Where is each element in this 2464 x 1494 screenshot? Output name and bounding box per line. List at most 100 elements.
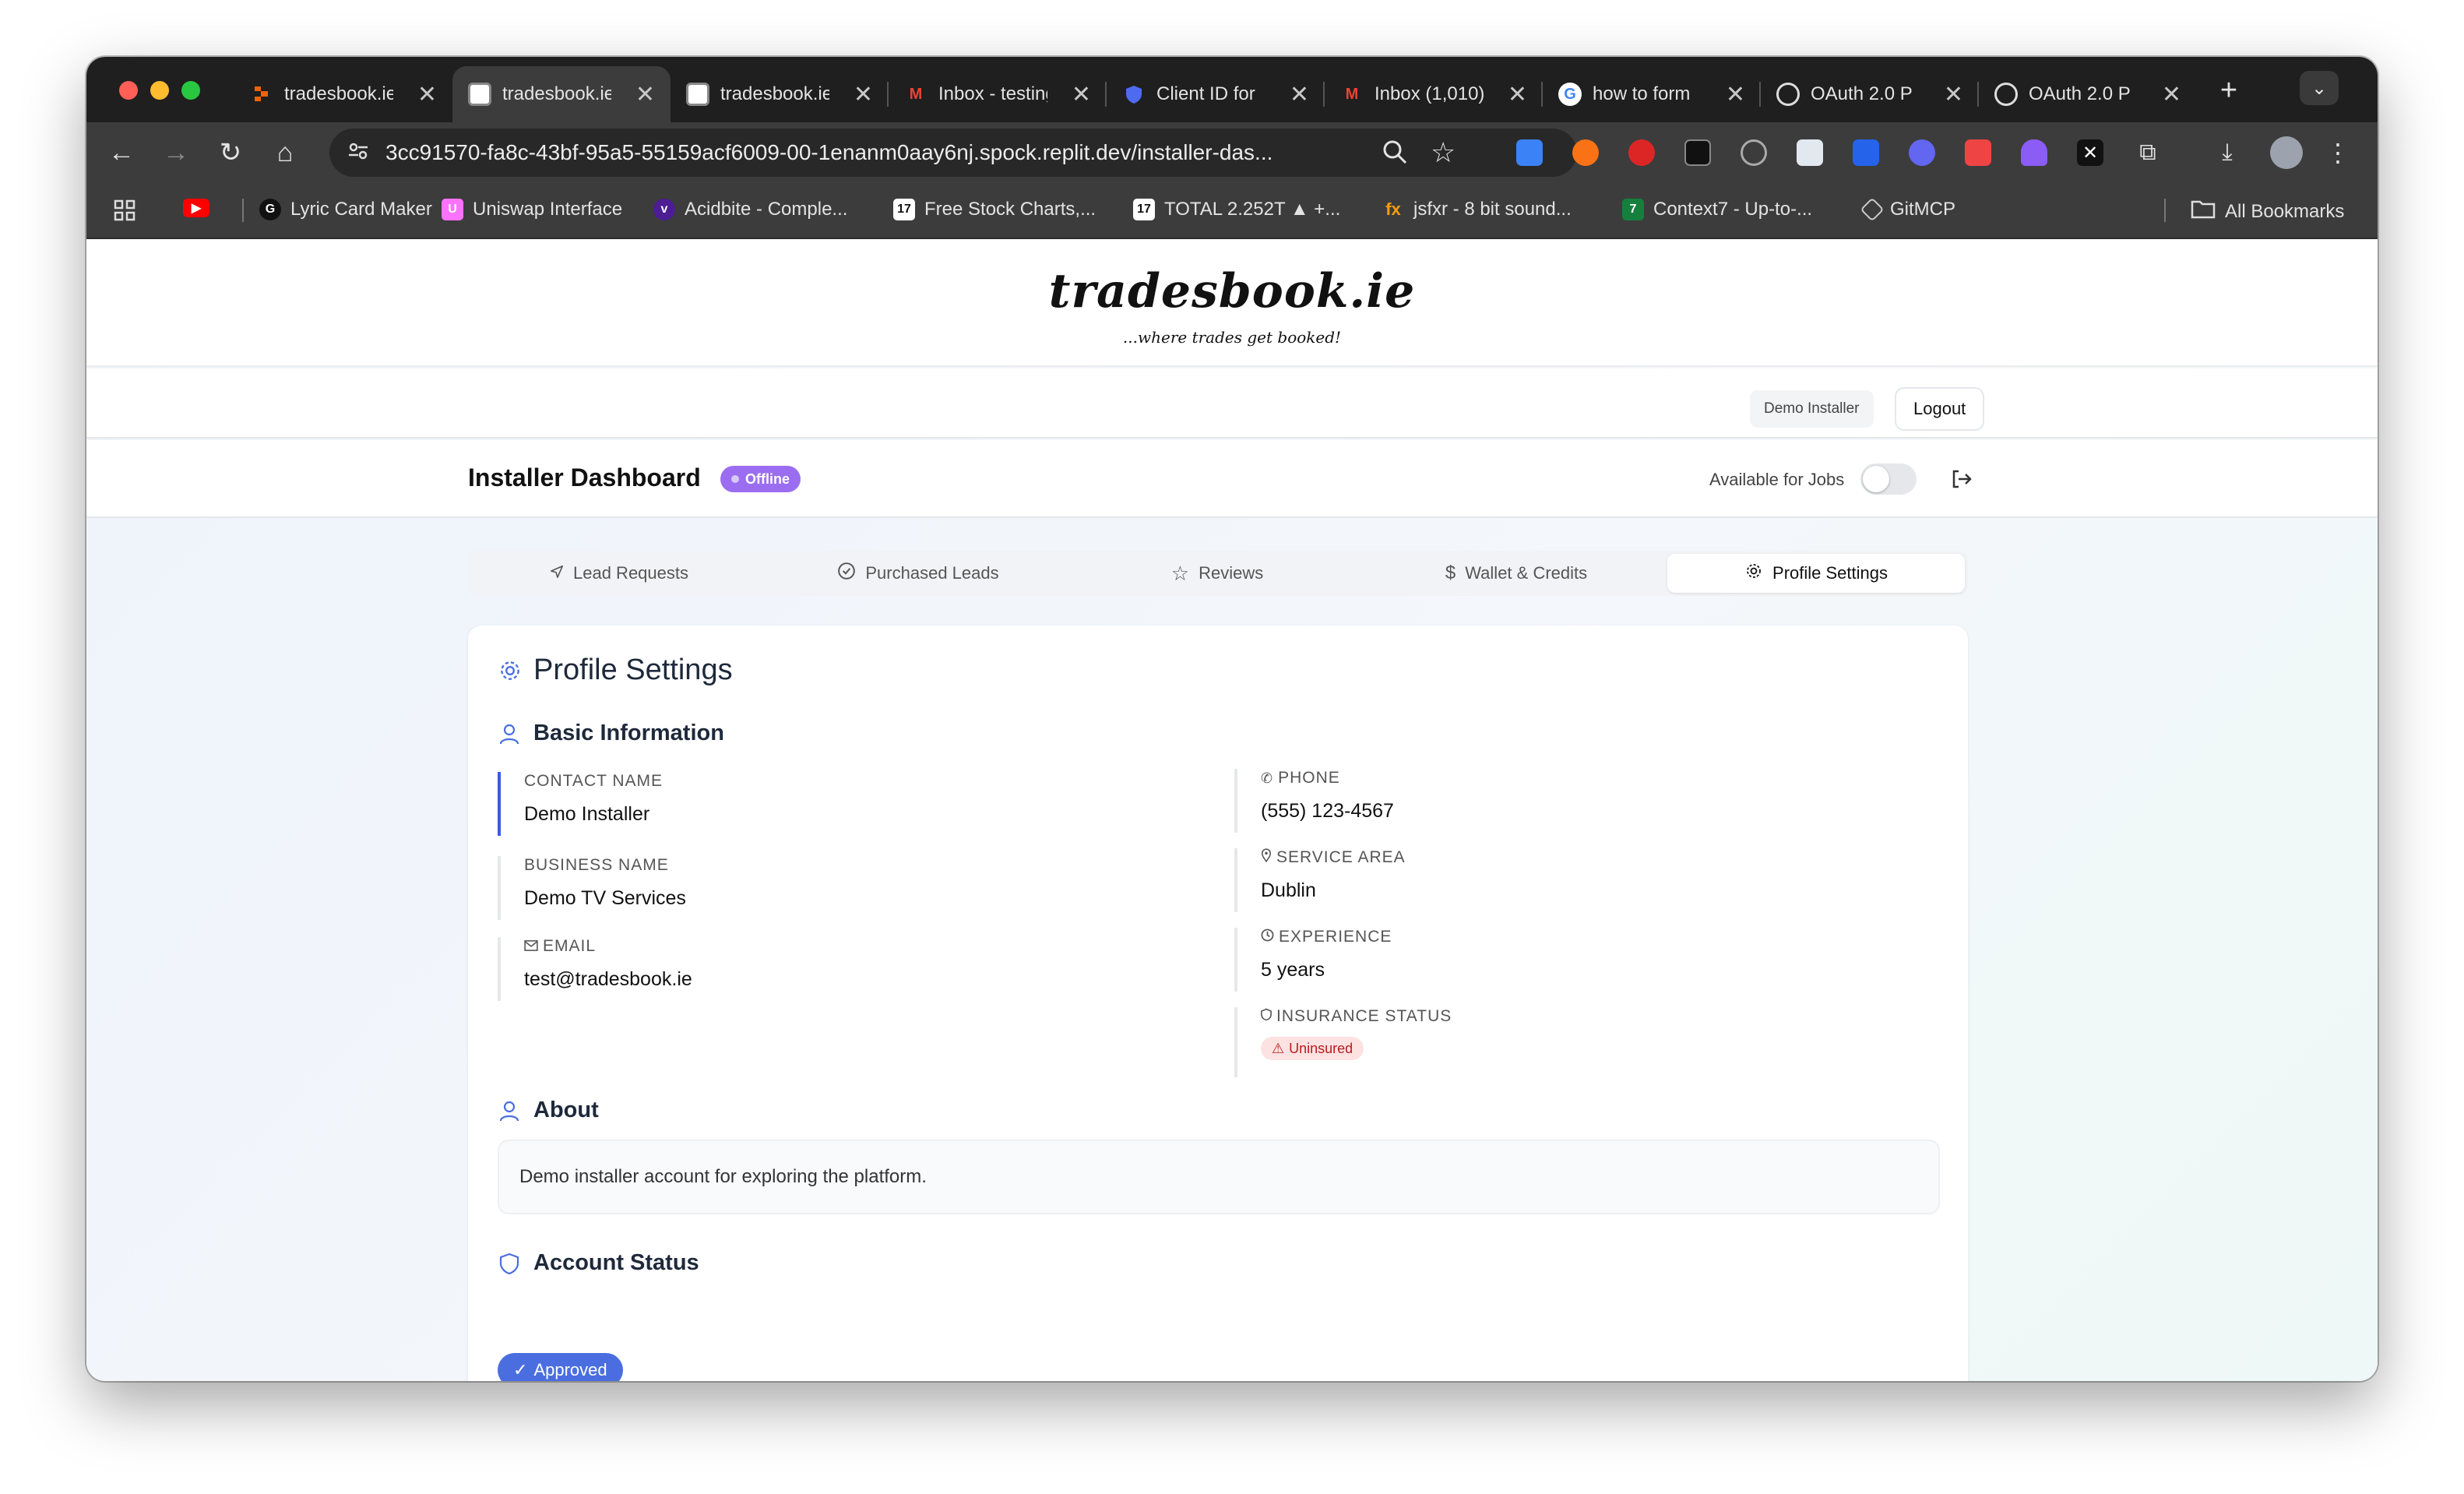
profile-avatar[interactable] <box>2270 136 2303 169</box>
ghost-extension-icon[interactable] <box>2021 139 2047 166</box>
close-tab-icon[interactable]: ✕ <box>1726 81 1745 108</box>
contact-name-field: CONTACT NAME Demo Installer <box>498 772 663 836</box>
field-label-text: SERVICE AREA <box>1276 848 1406 866</box>
extensions-puzzle-icon[interactable]: ⧉ <box>2128 133 2167 172</box>
red-extension-icon[interactable] <box>1965 139 1991 166</box>
bookmark-jsfxr[interactable]: fx jsfxr - 8 bit sound... <box>1382 199 1572 220</box>
browser-tab[interactable]: tradesbook.ie ✕ <box>671 66 889 122</box>
address-bar[interactable]: 3cc91570-fa8c-43bf-95a5-55159acf6009-00-… <box>329 129 1577 177</box>
reload-icon[interactable]: ↻ <box>211 133 250 172</box>
all-bookmarks-button[interactable]: All Bookmarks <box>2191 199 2344 224</box>
minimize-window-button[interactable] <box>150 81 169 100</box>
bookmark-label: jsfxr - 8 bit sound... <box>1413 199 1572 220</box>
apps-grid-icon[interactable] <box>113 199 136 222</box>
logout-button[interactable]: Logout <box>1895 387 1985 431</box>
back-icon[interactable]: ← <box>102 133 141 172</box>
browser-tab[interactable]: M Inbox (1,010) ✕ <box>1325 66 1543 122</box>
close-tab-icon[interactable]: ✕ <box>1290 81 1309 108</box>
browser-tab[interactable]: OAuth 2.0 P ✕ <box>1761 66 1979 122</box>
page-content: tradesbook.ie ...where trades get booked… <box>86 239 2378 1381</box>
forward-icon[interactable]: → <box>157 133 195 172</box>
close-tab-icon[interactable]: ✕ <box>2162 81 2181 108</box>
bookmark-context7[interactable]: 7 Context7 - Up-to-... <box>1622 199 1812 220</box>
browser-tab[interactable]: Client ID for ✕ <box>1107 66 1325 122</box>
bookmarks-bar: ▶ G Lyric Card Maker U Uniswap Interface v… <box>86 183 2378 239</box>
blue-extension-icon[interactable] <box>1853 139 1879 166</box>
close-tab-icon[interactable]: ✕ <box>417 81 437 108</box>
bookmark-uniswap[interactable]: U Uniswap Interface <box>442 199 622 220</box>
wallet-extension-icon[interactable] <box>1909 139 1935 166</box>
experience-field: EXPERIENCE 5 years <box>1234 928 1392 992</box>
site-tagline: ...where trades get booked! <box>1122 328 1342 347</box>
tab-reviews[interactable]: ☆ Reviews <box>1069 554 1365 593</box>
field-value: (555) 123-4567 <box>1261 800 1394 822</box>
site-settings-icon[interactable] <box>347 139 370 167</box>
download-manager-extension-icon[interactable] <box>1516 139 1543 166</box>
bookmark-lyric-card-maker[interactable]: G Lyric Card Maker <box>259 199 432 220</box>
maximize-window-button[interactable] <box>181 81 200 100</box>
availability-toggle[interactable] <box>1860 463 1917 495</box>
about-title: About <box>533 1098 599 1122</box>
sign-out-icon[interactable] <box>1948 465 1976 493</box>
home-icon[interactable]: ⌂ <box>266 133 304 172</box>
bookmark-label: Context7 - Up-to-... <box>1653 199 1813 220</box>
bookmark-label: Lyric Card Maker <box>290 199 432 220</box>
openai-icon <box>1994 83 2018 106</box>
x-extension-icon[interactable]: ✕ <box>2077 139 2103 166</box>
browser-tab[interactable]: OAuth 2.0 P ✕ <box>1979 66 2197 122</box>
dollar-icon: $ <box>1445 562 1456 583</box>
field-label: INSURANCE STATUS <box>1261 1007 1452 1026</box>
target-extension-icon[interactable] <box>1741 139 1767 166</box>
field-value: 5 years <box>1261 959 1325 981</box>
browser-tab[interactable]: M Inbox - testing ✕ <box>889 66 1107 122</box>
docs-extension-icon[interactable] <box>1797 139 1823 166</box>
google-icon: G <box>1558 83 1582 106</box>
close-tab-icon[interactable]: ✕ <box>1508 81 1527 108</box>
new-tab-button[interactable]: + <box>2209 71 2248 110</box>
close-tab-icon[interactable]: ✕ <box>854 81 873 108</box>
field-value: Demo TV Services <box>524 887 686 909</box>
tab-strip: tradesbook.ie ✕ tradesbook.ie ✕ tradesbo… <box>86 57 2378 122</box>
zoom-search-icon[interactable] <box>1381 136 1409 174</box>
tradingview-icon: 17 <box>1133 199 1155 220</box>
close-tab-icon[interactable]: ✕ <box>1944 81 1963 108</box>
bookmark-total[interactable]: 17 TOTAL 2.252T ▲ +... <box>1133 199 1340 220</box>
tab-title: Inbox (1,010) <box>1375 83 1484 104</box>
bookmark-free-stock-charts[interactable]: 17 Free Stock Charts,... <box>893 199 1096 220</box>
business-name-field: BUSINESS NAME Demo TV Services <box>498 856 686 920</box>
tab-title: OAuth 2.0 P <box>2029 83 2131 104</box>
bookmark-gitmcp[interactable]: GitMCP <box>1860 197 1955 222</box>
adblock-extension-icon[interactable] <box>1628 139 1655 166</box>
mail-icon <box>524 937 538 956</box>
bookmark-label: Uniswap Interface <box>473 199 623 220</box>
tab-purchased-leads[interactable]: Purchased Leads <box>770 554 1066 593</box>
tradingview-icon: 17 <box>893 199 915 220</box>
tab-search-chevron-icon[interactable]: ⌄ <box>2300 71 2339 105</box>
profile-settings-card: Profile Settings Basic Information CONTA… <box>468 625 1968 1381</box>
tab-lead-requests[interactable]: Lead Requests <box>471 554 767 593</box>
tab-wallet-credits[interactable]: $ Wallet & Credits <box>1368 554 1664 593</box>
browser-window: tradesbook.ie ✕ tradesbook.ie ✕ tradesbo… <box>86 57 2378 1381</box>
all-bookmarks-label: All Bookmarks <box>2225 200 2345 222</box>
close-tab-icon[interactable]: ✕ <box>1072 81 1091 108</box>
user-chip: Demo Installer <box>1750 390 1874 428</box>
site-logo[interactable]: tradesbook.ie <box>86 264 2378 319</box>
metamask-extension-icon[interactable] <box>1572 139 1599 166</box>
bookmark-acidbite[interactable]: v Acidbite - Comple... <box>653 199 847 220</box>
browser-tab[interactable]: G how to form ✕ <box>1543 66 1761 122</box>
bookmark-star-icon[interactable]: ☆ <box>1431 136 1456 169</box>
tab-profile-settings[interactable]: Profile Settings <box>1667 554 1965 593</box>
close-tab-icon[interactable]: ✕ <box>635 81 655 108</box>
downloads-icon[interactable]: ⤓ <box>2208 133 2247 172</box>
approved-badge: ✓ Approved <box>498 1353 623 1381</box>
site-header: tradesbook.ie ...where trades get booked… <box>86 239 2378 367</box>
close-window-button[interactable] <box>119 81 138 100</box>
browser-menu-icon[interactable]: ⋮ <box>2318 133 2357 172</box>
extension-icon[interactable] <box>1684 139 1711 166</box>
youtube-bookmark[interactable]: ▶ <box>183 199 209 217</box>
browser-tab[interactable]: tradesbook.ie ✕ <box>234 66 452 122</box>
tab-label: Purchased Leads <box>865 563 999 583</box>
uninsured-badge: ⚠ Uninsured <box>1261 1037 1364 1060</box>
availability-label: Available for Jobs <box>1709 470 1845 489</box>
browser-tab-active[interactable]: tradesbook.ie ✕ <box>452 66 671 122</box>
